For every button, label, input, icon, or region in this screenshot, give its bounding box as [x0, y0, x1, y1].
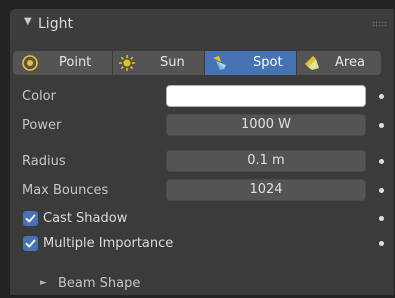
- keyframe-dot-icon[interactable]: [379, 241, 384, 246]
- checkmark-icon: [25, 239, 36, 248]
- light-type-area-button[interactable]: Area: [297, 51, 381, 75]
- radius-field[interactable]: 0.1 m: [166, 150, 366, 172]
- area-light-icon: [303, 54, 321, 72]
- power-row: Power 1000 W: [10, 114, 394, 138]
- multiple-importance-label: Multiple Importance: [43, 236, 174, 251]
- keyframe-dot-icon[interactable]: [379, 159, 384, 164]
- light-type-label: Spot: [253, 55, 283, 70]
- point-light-icon: [21, 54, 39, 72]
- light-type-selector: Point Sun Spot Area: [13, 51, 381, 75]
- light-type-label: Area: [335, 55, 365, 70]
- light-type-sun-button[interactable]: Sun: [113, 51, 205, 75]
- keyframe-dot-icon[interactable]: [379, 216, 384, 221]
- spot-light-icon: [210, 54, 228, 72]
- sun-light-icon: [118, 54, 136, 72]
- max-bounces-label: Max Bounces: [22, 183, 109, 198]
- panel-title: Light: [38, 16, 73, 32]
- keyframe-dot-icon[interactable]: [379, 188, 384, 193]
- beam-shape-subpanel-header[interactable]: ► Beam Shape: [10, 274, 394, 298]
- drag-handle-icon[interactable]: [372, 21, 386, 27]
- cast-shadow-row[interactable]: Cast Shadow: [10, 207, 394, 231]
- radius-label: Radius: [22, 154, 66, 169]
- light-type-label: Point: [59, 55, 92, 70]
- checkmark-icon: [25, 214, 36, 223]
- radius-row: Radius 0.1 m: [10, 150, 394, 174]
- max-bounces-field[interactable]: 1024: [166, 179, 366, 201]
- beam-shape-label: Beam Shape: [58, 276, 141, 291]
- color-row: Color: [10, 85, 394, 109]
- panel-header[interactable]: ▼ Light: [10, 9, 394, 41]
- max-bounces-row: Max Bounces 1024: [10, 179, 394, 203]
- cast-shadow-checkbox[interactable]: [23, 211, 38, 226]
- power-label: Power: [22, 118, 62, 133]
- color-swatch[interactable]: [166, 85, 366, 107]
- collapse-arrow-icon[interactable]: ▼: [24, 16, 32, 27]
- cast-shadow-label: Cast Shadow: [43, 211, 128, 226]
- multiple-importance-row[interactable]: Multiple Importance: [10, 232, 394, 256]
- light-type-point-button[interactable]: Point: [13, 51, 113, 75]
- color-label: Color: [22, 89, 56, 104]
- power-field[interactable]: 1000 W: [166, 114, 366, 136]
- keyframe-dot-icon[interactable]: [379, 123, 384, 128]
- expand-arrow-icon[interactable]: ►: [40, 278, 47, 288]
- keyframe-dot-icon[interactable]: [379, 94, 384, 99]
- light-type-spot-button[interactable]: Spot: [205, 51, 297, 75]
- light-type-label: Sun: [160, 55, 185, 70]
- multiple-importance-checkbox[interactable]: [23, 236, 38, 251]
